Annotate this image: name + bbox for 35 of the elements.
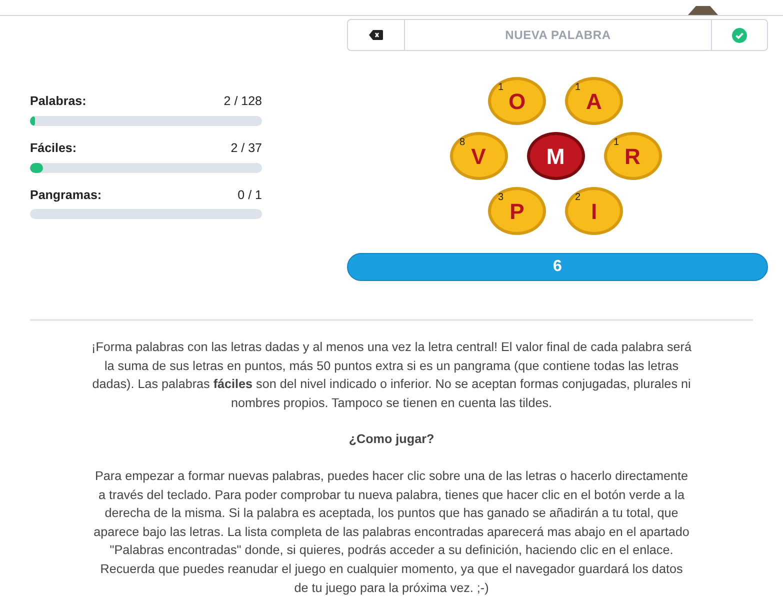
stat-value: 2 / 37 xyxy=(230,140,262,157)
stat-value: 2 / 128 xyxy=(224,93,262,110)
letter-points: 2 xyxy=(575,193,581,203)
triangle-icon xyxy=(688,6,718,15)
word-input[interactable]: NUEVA PALABRA xyxy=(405,19,711,51)
letter-points: 1 xyxy=(575,83,581,93)
letter-points: 1 xyxy=(498,83,504,93)
letter-tile[interactable]: R 1 xyxy=(604,132,662,180)
letter-tile[interactable]: V 8 xyxy=(450,132,508,180)
letter-tile[interactable]: O 1 xyxy=(488,77,546,125)
backspace-icon xyxy=(369,30,383,40)
letter-points: 8 xyxy=(460,138,466,148)
stat-label: Pangramas: xyxy=(30,186,102,204)
stat-label: Fáciles: xyxy=(30,140,77,157)
letter: M xyxy=(546,142,565,170)
stat-value: 0 / 1 xyxy=(238,186,262,204)
letter-tile[interactable]: P 3 xyxy=(488,187,546,235)
instructions-paragraph: ¡Forma palabras con las letras dadas y al menos una vez la letra central! El valor final de cada palabra será la suma de sus letras en puntos, más 50 puntos extra si es un pangrama (que contiene todas las letras dadas). Las palabras fáciles son del nivel indicado o inferior. No se aceptan formas conjugadas, plurales ni nombres propios. Tampoco se tienen en cuenta las tildes. xyxy=(92,339,692,412)
letter: P xyxy=(510,198,524,226)
letter-tile[interactable]: I 2 xyxy=(565,187,623,235)
center-letter-tile[interactable]: M xyxy=(526,132,584,180)
instructions-paragraph: Para empezar a formar nuevas palabras, puedes hacer clic sobre una de las letras o hacerlo directamente a través del teclado. Para poder comprobar tu nueva palabra, tienes que hacer clic en el botón verde a la derecha de la misma. Si la palabra es aceptada, los puntos que has ganado se añadirán a tu total, que aparece bajo las letras. La lista completa de las palabras encontradas aparecerá mas abajo en el apartado "Palabras encontradas" donde, si quieres, podrás acceder a su definición, haciendo clic en el enlace. Recuerda que puedes reanudar el juego en cualquier momento, ya que el navegador guardará los datos de tu juego para la próxima vez. ;-) xyxy=(92,468,690,597)
score-bar: 6 xyxy=(347,253,768,281)
letter: A xyxy=(586,88,602,116)
delete-button[interactable] xyxy=(347,19,405,51)
stat-label: Palabras: xyxy=(30,93,86,110)
letter: O xyxy=(508,88,526,116)
letter: V xyxy=(471,142,486,170)
letter-points: 3 xyxy=(498,193,504,203)
letter: R xyxy=(624,142,640,170)
section-heading: ¿Como jugar? xyxy=(348,431,436,448)
check-icon xyxy=(732,28,747,42)
letter-tile[interactable]: A 1 xyxy=(565,77,623,125)
letter-points: 1 xyxy=(614,138,620,148)
letter: I xyxy=(590,198,598,226)
